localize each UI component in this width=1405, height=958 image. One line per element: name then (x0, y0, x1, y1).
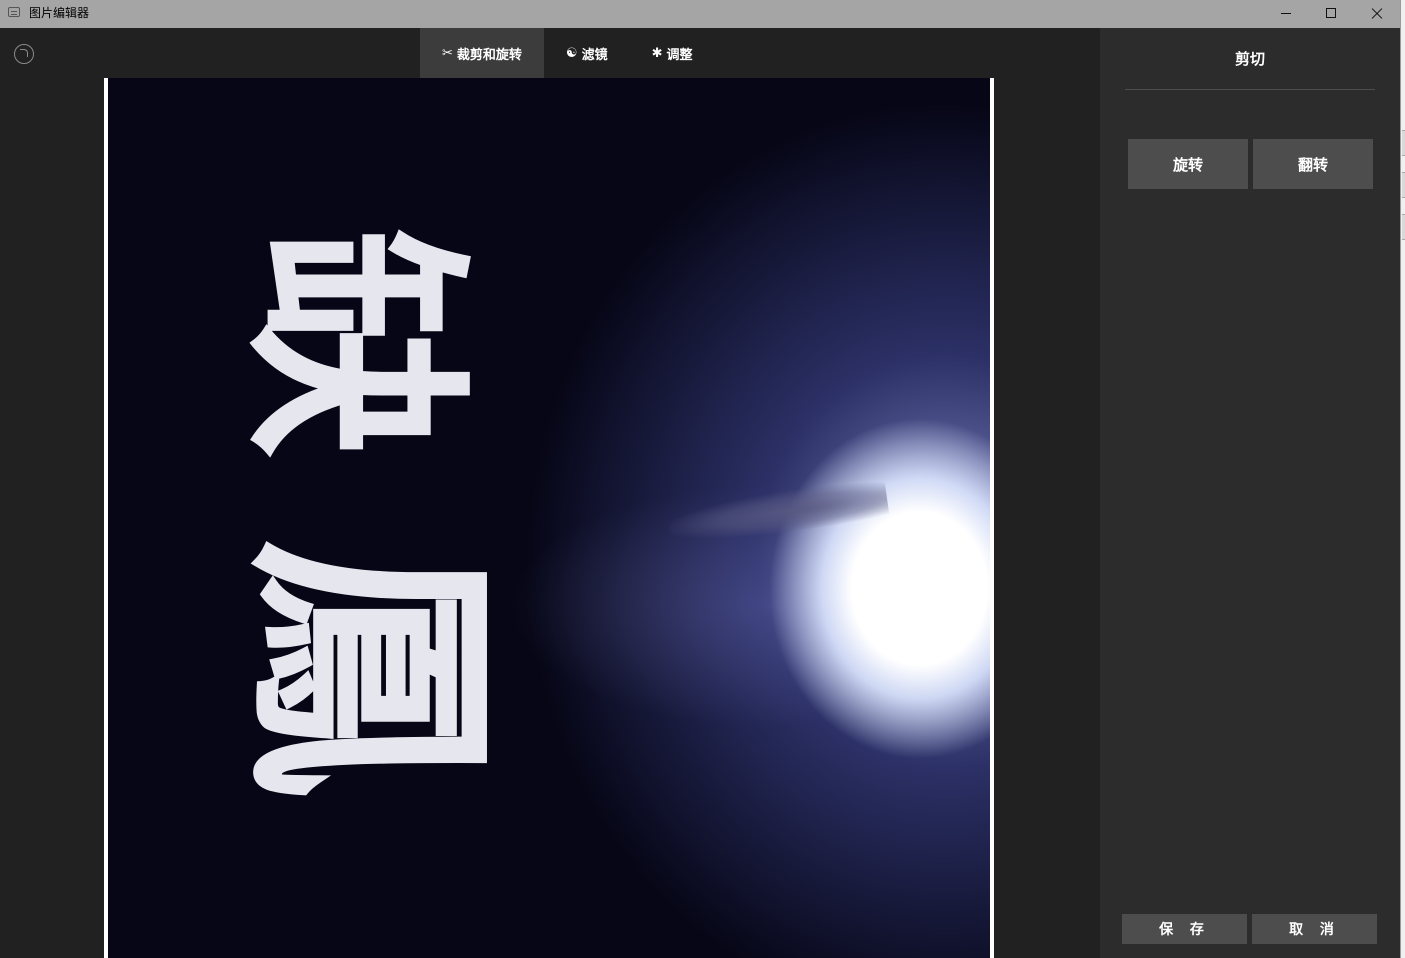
undo-icon[interactable] (14, 44, 34, 64)
photo-app-icon (8, 7, 20, 17)
crop-frame[interactable]: 缺 鳳 (104, 78, 994, 958)
filter-icon: ☯ (565, 45, 578, 61)
edited-image: 缺 鳳 (108, 78, 990, 958)
divider (1125, 89, 1375, 90)
title-bar: 图片编辑器 (0, 0, 1400, 28)
editor-tabs: ✂ 裁剪和旋转 ☯ 滤镜 ✱ 调整 (420, 28, 715, 78)
rotate-button[interactable]: 旋转 (1128, 139, 1248, 189)
cancel-button[interactable]: 取 消 (1252, 914, 1377, 944)
tab-adjust[interactable]: ✱ 调整 (630, 28, 715, 78)
background-window-edge (1400, 0, 1405, 958)
scissors-icon: ✂ (442, 45, 453, 61)
image-calligraphy-1: 缺 (218, 227, 489, 459)
tab-crop-rotate[interactable]: ✂ 裁剪和旋转 (420, 28, 544, 78)
flip-button[interactable]: 翻转 (1253, 139, 1373, 189)
magic-wand-icon: ✱ (651, 45, 663, 61)
minimize-button[interactable] (1263, 0, 1309, 28)
tab-label: 滤镜 (581, 47, 608, 63)
panel-title: 剪切 (1234, 50, 1265, 68)
tab-label: 调整 (666, 47, 693, 63)
image-figure (666, 477, 890, 549)
crop-panel: 剪切 旋转 翻转 保 存 取 消 (1100, 28, 1400, 958)
tab-filters[interactable]: ☯ 滤镜 (544, 28, 630, 78)
maximize-button[interactable] (1308, 0, 1354, 28)
save-button[interactable]: 保 存 (1122, 914, 1247, 944)
close-button[interactable] (1354, 0, 1400, 28)
image-calligraphy-2: 鳳 (216, 538, 521, 798)
tab-label: 裁剪和旋转 (456, 47, 522, 63)
window-title: 图片编辑器 (29, 6, 90, 20)
editor-canvas-area: ✂ 裁剪和旋转 ☯ 滤镜 ✱ 调整 缺 鳳 (0, 28, 1100, 958)
